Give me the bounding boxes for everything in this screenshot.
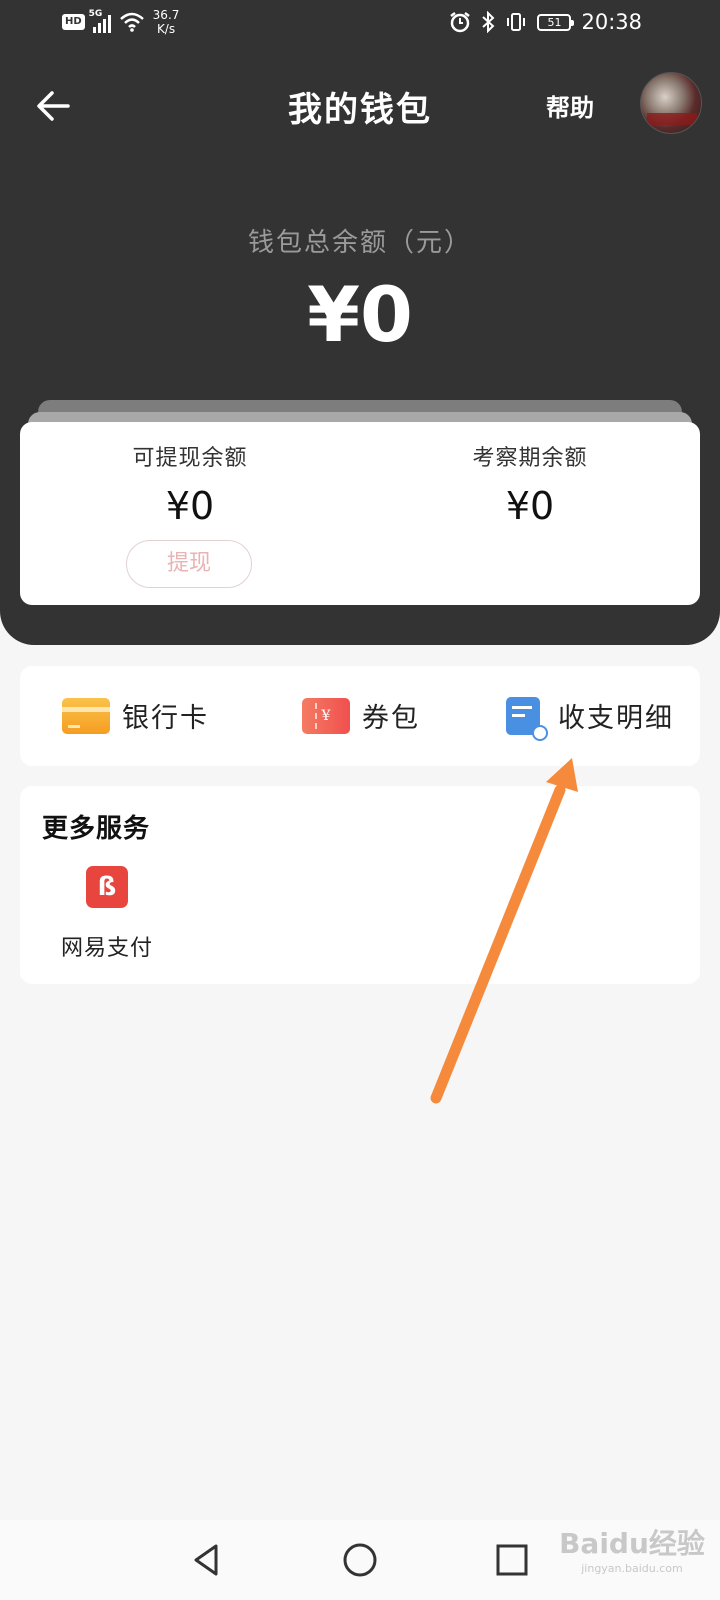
transaction-detail-button[interactable]: 收支明细 <box>506 696 674 741</box>
nav-recents-icon[interactable] <box>490 1538 534 1582</box>
withdrawable-label: 可提现余额 <box>132 446 248 471</box>
nav-home-icon[interactable] <box>338 1538 382 1582</box>
baidu-watermark: Baidu经验 jingyan.baidu.com <box>552 1522 712 1575</box>
watermark-brand: Baidu经验 <box>559 1527 705 1560</box>
withdrawable-balance: 可提现余额 ¥0 <box>20 440 360 528</box>
withdraw-button[interactable]: 提现 <box>126 540 252 588</box>
bank-card-icon <box>62 697 110 734</box>
coupon-icon: ¥ <box>302 697 350 734</box>
quick-actions: 银行卡 ¥ 券包 收支明细 <box>20 666 700 766</box>
transaction-detail-icon <box>506 696 548 741</box>
bank-card-button[interactable]: 银行卡 <box>62 696 209 735</box>
withdrawable-value: ¥0 <box>165 484 215 528</box>
nav-back-icon[interactable] <box>184 1538 228 1582</box>
wifi-icon <box>119 12 144 32</box>
avatar[interactable] <box>640 72 702 134</box>
balance-card: 可提现余额 ¥0 考察期余额 ¥0 提现 <box>20 422 700 605</box>
help-button[interactable]: 帮助 <box>546 88 594 123</box>
total-balance-label: 钱包总余额（元） <box>247 228 472 258</box>
probation-label: 考察期余额 <box>472 446 588 471</box>
service-label: 网易支付 <box>60 936 153 961</box>
status-time: 20:38 <box>581 10 642 34</box>
section-title: 更多服务 <box>42 814 151 844</box>
service-netease-pay[interactable]: ß 网易支付 <box>54 866 160 962</box>
quick-action-label: 银行卡 <box>122 703 209 734</box>
bluetooth-icon <box>482 11 495 33</box>
netease-pay-icon: ß <box>86 866 128 908</box>
status-bar: HD 5G 36.7 K/s 51 20:38 <box>0 0 720 50</box>
coupon-button[interactable]: ¥ 券包 <box>302 696 420 735</box>
alarm-icon <box>450 12 471 33</box>
cellular-signal-icon: 5G <box>89 9 111 33</box>
vibrate-icon <box>507 13 526 31</box>
more-services: 更多服务 ß 网易支付 <box>20 786 700 984</box>
probation-balance: 考察期余额 ¥0 <box>360 440 700 528</box>
probation-value: ¥0 <box>505 484 555 528</box>
battery-icon: 51 <box>537 13 575 31</box>
total-balance-value: ¥0 <box>307 270 413 359</box>
page-title: 我的钱包 <box>288 90 432 130</box>
quick-action-label: 收支明细 <box>558 703 674 734</box>
hd-badge: HD <box>62 14 85 30</box>
watermark-url: jingyan.baidu.com <box>581 1562 683 1575</box>
top-navigation: 我的钱包 帮助 <box>0 70 720 140</box>
quick-action-label: 券包 <box>362 703 420 734</box>
network-speed: 36.7 K/s <box>152 8 180 36</box>
